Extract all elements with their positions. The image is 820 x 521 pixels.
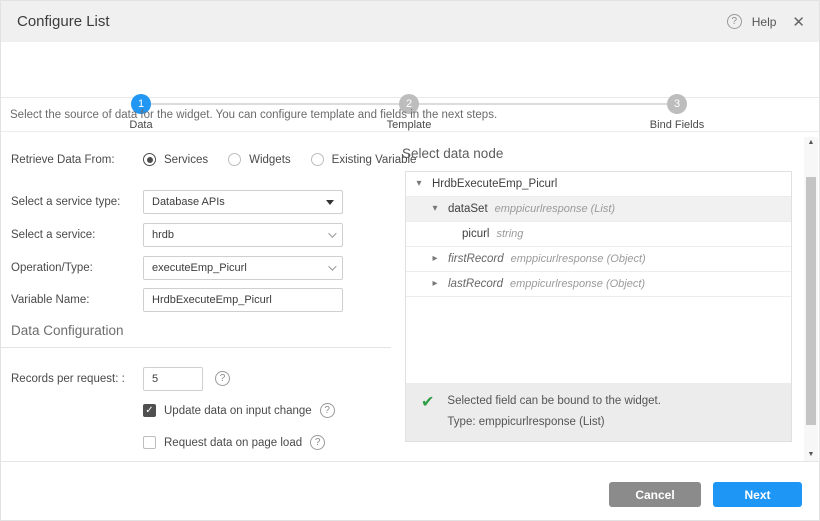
help-link[interactable]: Help — [752, 15, 777, 29]
radio-services-label: Services — [164, 154, 208, 166]
tree-node-label: lastRecord — [448, 278, 503, 290]
section-divider — [1, 347, 391, 348]
binding-status-line1: Selected field can be bound to the widge… — [447, 395, 661, 407]
radio-unselected-icon[interactable] — [311, 153, 324, 166]
description-text: Select the source of data for the widget… — [10, 109, 497, 121]
close-icon[interactable]: ✕ — [792, 13, 805, 31]
operation-type-label: Operation/Type: — [11, 262, 93, 274]
chevron-down-icon — [328, 262, 336, 270]
service-type-dropdown[interactable]: Database APIs — [143, 190, 343, 214]
update-data-label: Update data on input change — [164, 405, 312, 417]
tree-row-lastrecord[interactable]: ▸ lastRecord emppicurlresponse (Object) — [406, 272, 791, 297]
data-configuration-heading: Data Configuration — [11, 323, 124, 338]
tree-node-type: emppicurlresponse (Object) — [511, 253, 646, 265]
data-node-tree: ▾ HrdbExecuteEmp_Picurl ▾ dataSet emppic… — [405, 171, 792, 442]
footer-divider — [1, 461, 819, 462]
wizard-steps: 1 2 3 Data Template Bind Fields — [1, 42, 819, 98]
chevron-down-icon — [328, 229, 336, 237]
service-dropdown[interactable]: hrdb — [143, 223, 343, 247]
service-label: Select a service: — [11, 229, 95, 241]
vertical-scrollbar[interactable]: ▲ ▼ — [804, 137, 818, 461]
checkbox-unchecked-icon[interactable] — [143, 436, 156, 449]
binding-status-message: ✔ Selected field can be bound to the wid… — [406, 383, 791, 441]
tree-row-root[interactable]: ▾ HrdbExecuteEmp_Picurl — [406, 172, 791, 197]
variable-name-input[interactable] — [143, 288, 343, 312]
request-data-help-icon[interactable]: ? — [310, 435, 325, 450]
next-button[interactable]: Next — [713, 482, 802, 507]
dialog-description: Select the source of data for the widget… — [1, 99, 819, 132]
tree-node-type: string — [496, 228, 523, 240]
records-help-icon[interactable]: ? — [215, 371, 230, 386]
help-icon[interactable]: ? — [727, 14, 742, 29]
caret-down-icon[interactable]: ▾ — [430, 204, 440, 214]
tree-empty-space — [406, 297, 791, 383]
tree-node-label: dataSet — [448, 203, 488, 215]
checkbox-checked-icon[interactable]: ✓ — [143, 404, 156, 417]
request-data-label: Request data on page load — [164, 437, 302, 449]
dropdown-arrow-icon — [326, 200, 334, 205]
records-per-request-label: Records per request: : — [11, 373, 125, 385]
caret-down-icon[interactable]: ▾ — [414, 179, 424, 189]
tree-row-firstrecord[interactable]: ▸ firstRecord emppicurlresponse (Object) — [406, 247, 791, 272]
page-title: Configure List — [17, 13, 110, 30]
select-data-node-heading: Select data node — [402, 146, 503, 161]
records-per-request-input[interactable] — [143, 367, 203, 391]
retrieve-data-radio-group: Services Widgets Existing Variable — [143, 153, 416, 166]
radio-services[interactable]: Services — [143, 153, 208, 166]
check-icon: ✔ — [421, 395, 434, 441]
tree-node-type: emppicurlresponse (Object) — [510, 278, 645, 290]
caret-right-icon[interactable]: ▸ — [430, 254, 440, 264]
radio-widgets[interactable]: Widgets — [228, 153, 291, 166]
service-type-label: Select a service type: — [11, 196, 120, 208]
cancel-button[interactable]: Cancel — [609, 482, 701, 507]
tree-node-label: picurl — [462, 228, 489, 240]
scroll-up-icon[interactable]: ▲ — [804, 137, 818, 149]
radio-widgets-label: Widgets — [249, 154, 291, 166]
operation-value: executeEmp_Picurl — [152, 262, 328, 274]
binding-status-line2: Type: emppicurlresponse (List) — [447, 416, 661, 428]
caret-right-icon[interactable]: ▸ — [430, 279, 440, 289]
retrieve-data-from-label: Retrieve Data From: — [11, 154, 115, 166]
configure-list-dialog: Configure List ? Help ✕ 1 2 3 Data Templ… — [0, 0, 820, 521]
tree-node-label: HrdbExecuteEmp_Picurl — [432, 178, 557, 190]
scroll-down-icon[interactable]: ▼ — [804, 449, 818, 461]
tree-node-type: emppicurlresponse (List) — [495, 203, 615, 215]
scrollbar-thumb[interactable] — [806, 177, 816, 425]
update-data-help-icon[interactable]: ? — [320, 403, 335, 418]
variable-name-label: Variable Name: — [11, 294, 89, 306]
radio-selected-icon[interactable] — [143, 153, 156, 166]
radio-unselected-icon[interactable] — [228, 153, 241, 166]
tree-node-label: firstRecord — [448, 253, 504, 265]
request-data-checkbox-row: Request data on page load ? — [143, 435, 325, 450]
operation-dropdown[interactable]: executeEmp_Picurl — [143, 256, 343, 280]
tree-row-dataset[interactable]: ▾ dataSet emppicurlresponse (List) — [406, 197, 791, 222]
service-value: hrdb — [152, 229, 328, 241]
update-data-checkbox-row: ✓ Update data on input change ? — [143, 403, 335, 418]
radio-existing-variable[interactable]: Existing Variable — [311, 153, 417, 166]
service-type-value: Database APIs — [152, 196, 326, 208]
dialog-header: Configure List ? Help ✕ — [1, 1, 819, 42]
tree-row-picurl[interactable]: picurl string — [406, 222, 791, 247]
